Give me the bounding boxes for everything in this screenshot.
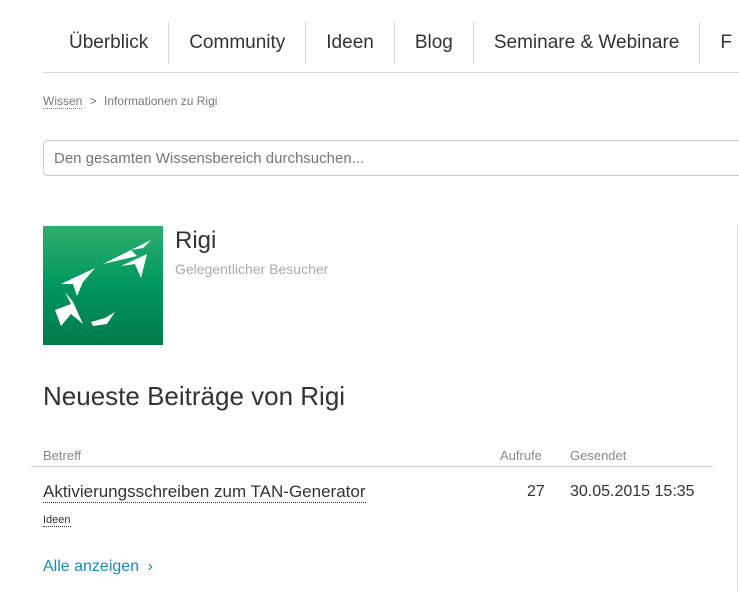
- column-betreff: Betreff: [43, 448, 82, 463]
- breadcrumb-current: Informationen zu Rigi: [104, 94, 218, 108]
- post-subject-link[interactable]: Aktivierungsschreiben zum TAN-Generator: [43, 482, 366, 503]
- nav-ueberblick[interactable]: Überblick: [43, 22, 170, 64]
- top-navigation: Überblick Community Ideen Blog Seminare …: [43, 22, 739, 73]
- breadcrumb: Wissen > Informationen zu Rigi: [43, 94, 218, 109]
- search-input[interactable]: [43, 140, 739, 176]
- profile-name: Rigi: [175, 227, 217, 254]
- breadcrumb-separator: >: [89, 94, 97, 108]
- breadcrumb-wissen[interactable]: Wissen: [43, 94, 83, 109]
- nav-more[interactable]: F: [700, 22, 739, 64]
- nav-blog[interactable]: Blog: [395, 22, 474, 64]
- section-title: Neueste Beiträge von Rigi: [43, 381, 346, 411]
- bank-logo-icon: [43, 226, 163, 345]
- post-views: 27: [527, 483, 545, 500]
- profile-rank: Gelegentlicher Besucher: [175, 261, 329, 277]
- nav-seminare[interactable]: Seminare & Webinare: [474, 22, 701, 64]
- table-header: Betreff Aufrufe Gesendet: [31, 448, 713, 467]
- column-aufrufe: Aufrufe: [500, 448, 542, 463]
- show-all-link[interactable]: Alle anzeigen ›: [43, 558, 153, 576]
- divider: [737, 225, 738, 590]
- table-row: Aktivierungsschreiben zum TAN-Generator …: [31, 482, 713, 532]
- chevron-right-icon: ›: [147, 558, 153, 575]
- post-sent: 30.05.2015 15:35: [570, 483, 695, 500]
- nav-ideen[interactable]: Ideen: [306, 22, 395, 64]
- column-gesendet: Gesendet: [570, 448, 627, 463]
- post-board-link[interactable]: Ideen: [43, 514, 71, 527]
- nav-community[interactable]: Community: [169, 22, 307, 64]
- show-all-label: Alle anzeigen: [43, 558, 140, 575]
